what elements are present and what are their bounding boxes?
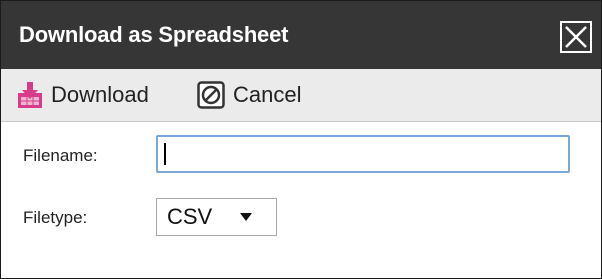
close-button[interactable] <box>560 21 592 53</box>
dialog-title: Download as Spreadsheet <box>19 22 289 47</box>
filename-input[interactable] <box>156 135 570 173</box>
cancel-icon <box>197 81 225 109</box>
dialog-toolbar: Download Cancel <box>1 69 601 122</box>
download-button[interactable]: Download <box>17 69 149 121</box>
text-caret <box>164 143 166 165</box>
filename-label: Filename: <box>23 146 98 165</box>
filetype-label: Filetype: <box>23 208 88 227</box>
close-icon <box>565 26 587 48</box>
download-label: Download <box>51 82 149 107</box>
cancel-label: Cancel <box>233 82 302 107</box>
filetype-select[interactable]: CSV <box>156 198 277 236</box>
download-icon <box>18 82 42 108</box>
dropdown-arrow-icon <box>240 213 252 221</box>
filetype-selected-value: CSV <box>167 204 213 229</box>
cancel-button[interactable]: Cancel <box>197 69 301 121</box>
dialog-titlebar: Download as Spreadsheet <box>1 1 601 69</box>
download-dialog: Download as Spreadsheet Download Cancel … <box>0 0 602 279</box>
